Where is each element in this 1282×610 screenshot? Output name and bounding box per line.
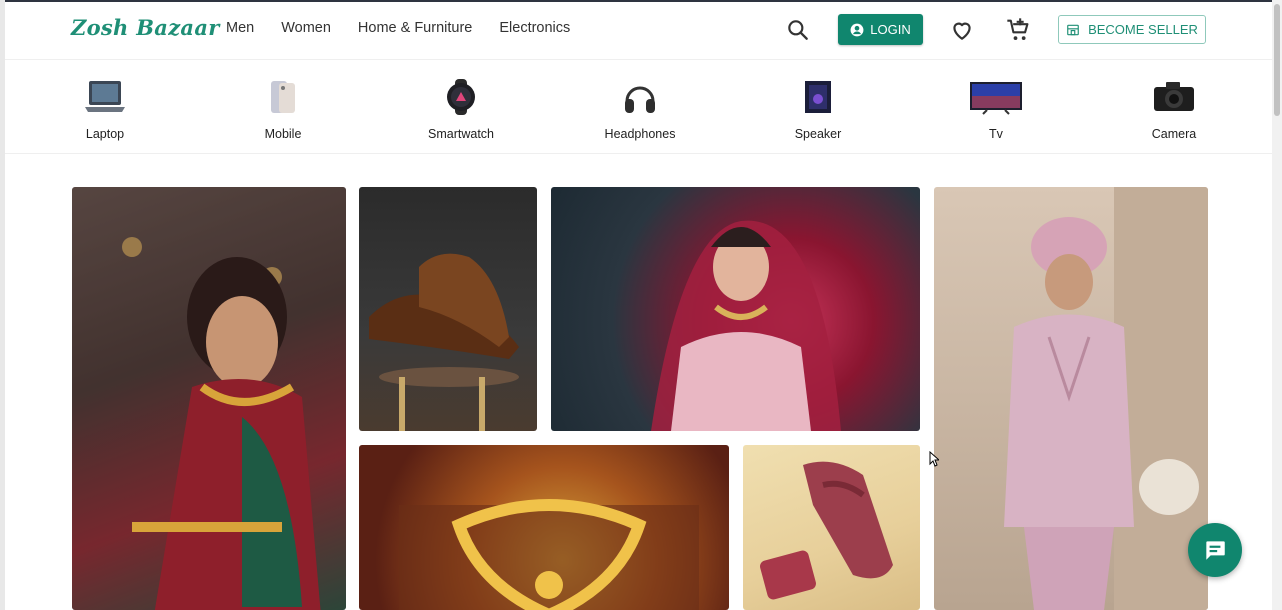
speaker-icon [790, 75, 846, 119]
category-label: Laptop [85, 127, 125, 141]
category-speaker[interactable]: Speaker [758, 70, 878, 141]
category-mobile[interactable]: Mobile [223, 70, 343, 141]
mouse-cursor-icon [929, 451, 939, 467]
account-circle-icon [850, 23, 864, 36]
heart-icon [953, 22, 971, 40]
tv-icon [968, 75, 1024, 119]
scrollbar-thumb[interactable] [1274, 4, 1280, 116]
nav-men[interactable]: Men [226, 20, 254, 36]
category-tv[interactable]: Tv [936, 70, 1056, 141]
category-smartwatch[interactable]: Smartwatch [401, 70, 521, 141]
category-label: Smartwatch [428, 127, 494, 141]
brand-logo[interactable]: Zosh Bazaar [71, 15, 220, 40]
category-laptop[interactable]: Laptop [45, 70, 165, 141]
mobile-icon [255, 75, 311, 119]
search-icon [788, 20, 808, 40]
nav-home-furniture[interactable]: Home & Furniture [358, 20, 472, 36]
category-label: Tv [989, 127, 1003, 141]
nav-women[interactable]: Women [281, 20, 331, 36]
nav-electronics[interactable]: Electronics [499, 20, 570, 36]
chat-button[interactable] [1188, 523, 1242, 577]
cart-icon [1007, 18, 1029, 41]
become-seller-label: BECOME SELLER [1088, 22, 1198, 37]
category-camera[interactable]: Camera [1114, 70, 1234, 141]
headphones-icon [612, 75, 668, 119]
women-sandals-photo[interactable] [743, 445, 920, 610]
wishlist-button[interactable] [949, 17, 975, 43]
login-label: LOGIN [870, 22, 911, 37]
woman-saree-jewelry-photo[interactable] [72, 187, 346, 610]
top-navbar: Zosh Bazaar Men Women Home & Furniture E… [5, 2, 1272, 60]
category-strip: Laptop Mobile Smartwatch Headphones Spea… [5, 60, 1272, 154]
brown-shoes-photo[interactable] [359, 187, 537, 431]
man-sherwani-photo[interactable] [934, 187, 1208, 610]
login-button[interactable]: LOGIN [838, 14, 923, 45]
category-label: Headphones [604, 127, 676, 141]
laptop-icon [77, 75, 133, 119]
category-label: Mobile [264, 127, 302, 141]
storefront-icon [1067, 24, 1079, 35]
chat-bubble-icon [1206, 541, 1225, 560]
search-button[interactable] [785, 17, 811, 43]
cart-button[interactable] [1005, 16, 1033, 44]
category-label: Camera [1151, 127, 1197, 141]
camera-icon [1146, 75, 1202, 119]
become-seller-button[interactable]: BECOME SELLER [1058, 15, 1206, 44]
category-headphones[interactable]: Headphones [580, 70, 700, 141]
category-label: Speaker [794, 127, 842, 141]
main-nav: Men Women Home & Furniture Electronics [226, 20, 570, 36]
bridal-lehenga-photo[interactable] [551, 187, 920, 431]
gold-jewelry-photo[interactable] [359, 445, 729, 610]
smartwatch-icon [433, 75, 489, 119]
